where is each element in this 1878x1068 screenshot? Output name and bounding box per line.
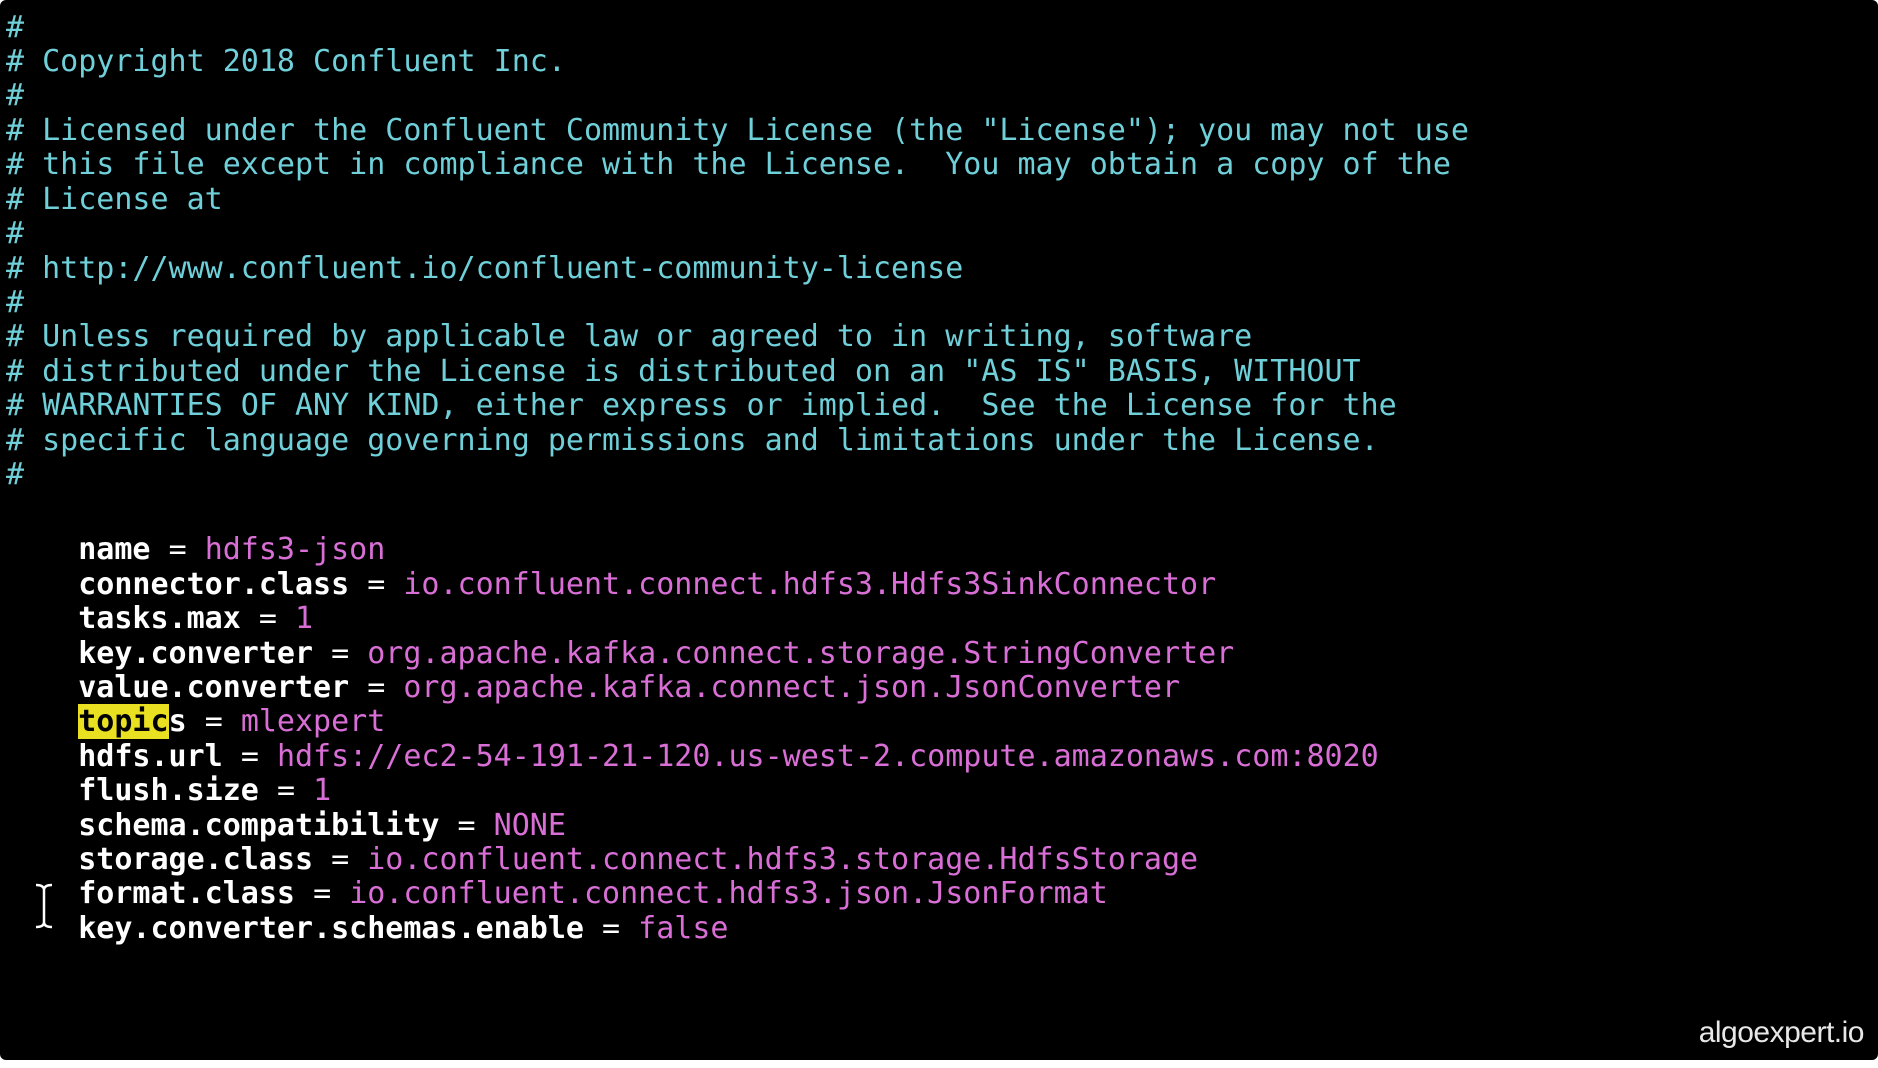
- property-line: key.converter.schemas.enable = false: [6, 867, 728, 946]
- equals-sign: =: [602, 911, 621, 946]
- property-value: false: [638, 911, 729, 946]
- comment-line: # Copyright 2018 Confluent Inc.: [6, 44, 566, 79]
- comment-line: # License at: [6, 182, 223, 217]
- comment-line: # http://www.confluent.io/confluent-comm…: [6, 251, 964, 286]
- comment-line: # specific language governing permission…: [6, 423, 1379, 458]
- text-cursor-icon: [35, 882, 53, 930]
- property-key: key.converter.schemas.enable: [78, 911, 584, 946]
- terminal-window[interactable]: # # Copyright 2018 Confluent Inc. # # Li…: [0, 0, 1878, 1060]
- watermark-logo: algoexpert.io: [1698, 1016, 1865, 1049]
